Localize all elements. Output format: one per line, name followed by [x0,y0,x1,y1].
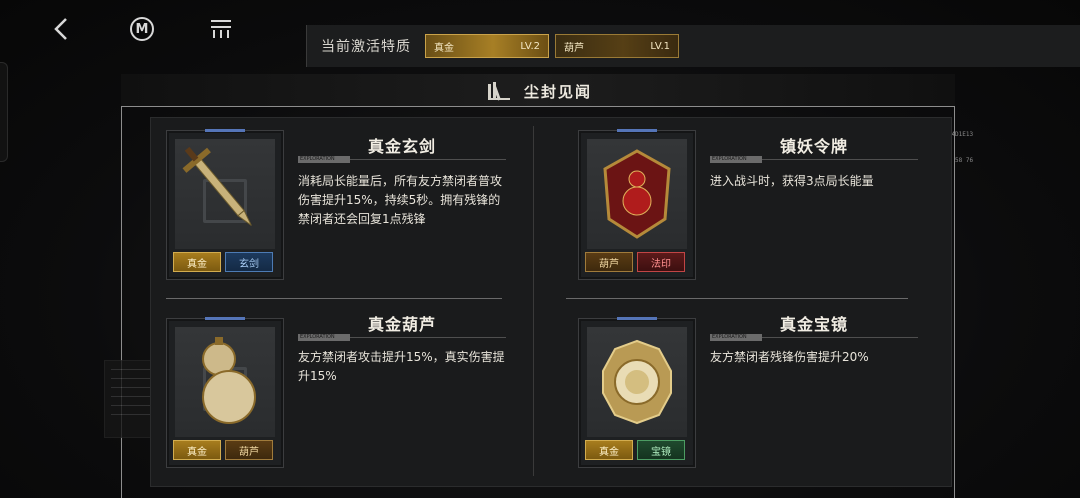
active-traits-label: 当前激活特质 [321,39,411,55]
card-highlight [205,129,245,132]
m-logo-icon: M [130,17,154,41]
column-divider [533,126,534,476]
tag-gourd: 葫芦 [225,440,273,460]
tag-mirror: 宝镜 [637,440,685,460]
item-card-mirror[interactable]: 真金 宝镜 [578,317,696,468]
item-card-token[interactable]: 葫芦 法印 [578,129,696,280]
card-highlight [617,129,657,132]
card-art [175,327,275,437]
bookshelf-icon [487,82,510,101]
card-art [175,139,275,249]
tag-sword: 玄剑 [225,252,273,272]
tag-seal: 法印 [637,252,685,272]
trait-level: LV.1 [650,40,670,52]
item-subtitle: EXPLORATION [298,156,350,163]
card-highlight [617,317,657,320]
item-description: 友方禁闭者残锋伤害提升20% [710,350,869,364]
trait-name: 葫芦 [564,42,584,54]
list-icon [211,20,231,38]
item-description: 友方禁闭者攻击提升15%，真实伤害提升15% [298,350,505,383]
tag-gold: 真金 [585,440,633,460]
card-art [587,327,687,437]
menu-logo-button[interactable]: M [127,14,157,44]
item-description: 进入战斗时，获得3点局长能量 [710,174,874,188]
trait-chip-gold[interactable]: 真金 LV.2 [425,34,549,58]
tag-gold: 真金 [173,440,221,460]
item-name: 真金宝镜 [780,315,849,334]
gourd-icon [202,337,256,424]
edge-handle[interactable] [0,62,8,162]
card-highlight [205,317,245,320]
trait-chip-gourd[interactable]: 葫芦 LV.1 [555,34,679,58]
item-subtitle: EXPLORATION [710,334,762,341]
list-button[interactable] [206,14,236,44]
item-subtitle: EXPLORATION [298,334,350,341]
item-card-gourd[interactable]: 真金 葫芦 [166,317,284,468]
tag-gold: 真金 [173,252,221,272]
shield-gourd-icon [603,149,671,239]
item-card-sword[interactable]: 真金 玄剑 [166,129,284,280]
trait-name: 真金 [434,42,454,54]
row-divider-left [166,298,502,299]
section-title-box: 尘封见闻 [455,77,625,105]
back-arrow-icon [54,18,67,40]
item-name: 真金玄剑 [368,137,437,156]
item-name: 真金葫芦 [368,315,437,334]
active-traits-bar: 当前激活特质 真金 LV.2 葫芦 LV.1 [306,25,1080,67]
item-subtitle: EXPLORATION [710,156,762,163]
mirror-icon [602,339,672,425]
sword-icon [182,146,252,226]
item-description: 消耗局长能量后，所有友方禁闭者普攻伤害提升15%，持续5秒。拥有残锋的禁闭者还会… [298,174,503,226]
item-name: 镇妖令牌 [780,137,849,156]
tag-gourd: 葫芦 [585,252,633,272]
card-art [587,139,687,249]
section-title: 尘封见闻 [523,82,592,101]
back-button[interactable] [46,14,76,44]
row-divider-right [566,298,908,299]
trait-level: LV.2 [520,40,540,52]
